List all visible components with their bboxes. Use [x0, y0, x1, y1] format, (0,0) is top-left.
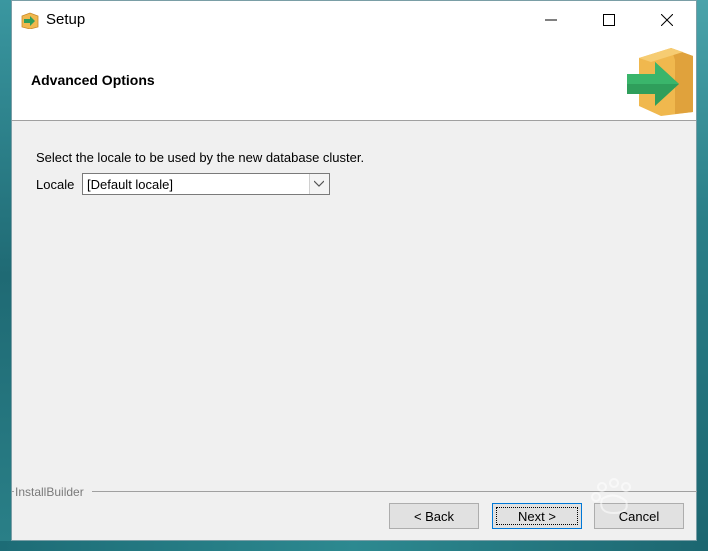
maximize-button[interactable]	[586, 1, 632, 40]
close-icon	[661, 14, 673, 26]
close-button[interactable]	[644, 1, 690, 40]
desktop-background-right	[697, 0, 708, 551]
desktop-background-bottom	[0, 541, 708, 551]
locale-dropdown-button[interactable]	[309, 174, 329, 194]
minimize-icon	[545, 19, 557, 21]
locale-label: Locale	[36, 177, 75, 192]
setup-app-icon	[21, 12, 39, 29]
desktop-background-left	[0, 0, 11, 551]
maximize-icon	[603, 14, 615, 26]
footer-divider-left	[12, 491, 14, 492]
minimize-button[interactable]	[528, 1, 574, 40]
back-button-label: < Back	[413, 508, 455, 524]
locale-description: Select the locale to be used by the new …	[36, 150, 365, 165]
watermark-logo	[591, 478, 631, 515]
chevron-down-icon	[314, 180, 324, 187]
page-title: Advanced Options	[31, 72, 155, 88]
setup-window: Setup Advanced Options Select the locale…	[11, 0, 697, 541]
locale-dropdown[interactable]: [Default locale]	[82, 173, 330, 195]
page-header: Advanced Options	[12, 40, 696, 121]
green-arrow-box-icon	[627, 48, 693, 116]
title-bar[interactable]: Setup	[12, 1, 696, 40]
locale-selected-value: [Default locale]	[87, 177, 173, 192]
installer-brand: InstallBuilder	[15, 485, 84, 499]
back-button[interactable]: < Back	[389, 503, 479, 529]
window-title: Setup	[46, 11, 86, 28]
